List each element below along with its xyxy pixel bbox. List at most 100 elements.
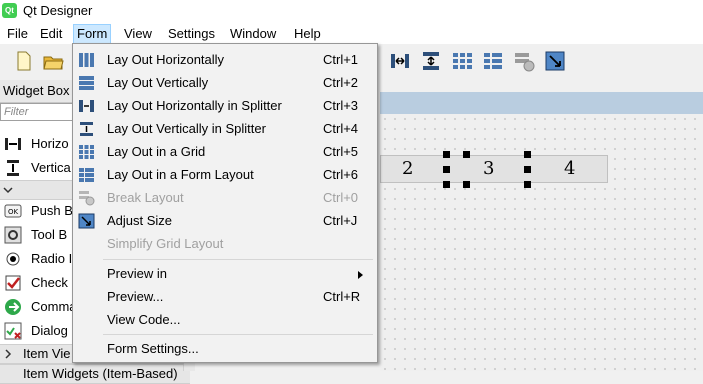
menu-item-shortcut: Ctrl+4 xyxy=(323,121,359,136)
menu-lay-out-vertically[interactable]: Lay Out Vertically Ctrl+2 xyxy=(74,72,376,94)
break-layout-icon xyxy=(79,191,95,206)
menu-preview[interactable]: Preview... Ctrl+R xyxy=(74,286,376,308)
menu-lay-out-horizontally[interactable]: Lay Out Horizontally Ctrl+1 xyxy=(74,49,376,71)
menu-item-label: Lay Out Vertically xyxy=(107,75,209,90)
menu-item-shortcut: Ctrl+J xyxy=(323,213,358,228)
menu-lay-out-vertically-splitter[interactable]: Lay Out Vertically in Splitter Ctrl+4 xyxy=(74,118,376,140)
widget-item-label: Comma xyxy=(31,299,77,314)
menu-item-label: Preview in xyxy=(107,266,167,281)
chevron-right-icon xyxy=(5,349,12,359)
window-title: Qt Designer xyxy=(23,3,93,18)
menu-view[interactable]: View xyxy=(121,25,155,43)
menu-item-shortcut: Ctrl+0 xyxy=(323,190,359,205)
menu-item-label: Lay Out Horizontally xyxy=(107,52,225,67)
menu-item-label: Break Layout xyxy=(107,190,184,205)
menu-preview-in[interactable]: Preview in xyxy=(74,263,376,285)
widget-item-label: Tool B xyxy=(31,227,68,242)
resize-handle[interactable] xyxy=(524,181,531,188)
form-canvas[interactable] xyxy=(380,114,703,371)
menu-adjust-size[interactable]: Adjust Size Ctrl+J xyxy=(74,210,376,232)
layout-vertical-icon[interactable] xyxy=(420,50,442,72)
category-label: Item Vie xyxy=(23,346,71,361)
menu-help[interactable]: Help xyxy=(291,25,324,43)
menu-item-label: Lay Out in a Grid xyxy=(107,144,206,159)
menu-item-label: Lay Out in a Form Layout xyxy=(107,167,254,182)
menu-window[interactable]: Window xyxy=(227,25,279,43)
svg-text:OK: OK xyxy=(8,208,19,216)
form-window-titlebar[interactable] xyxy=(380,92,703,114)
menu-separator xyxy=(103,334,373,335)
menu-item-label: Lay Out Horizontally in Splitter xyxy=(107,98,282,113)
chevron-down-icon xyxy=(3,187,13,194)
widget-category-item-widgets[interactable]: Item Widgets (Item-Based) xyxy=(0,364,190,384)
check-box-icon xyxy=(5,275,21,291)
widget-item-label: Radio I xyxy=(31,251,73,266)
menu-lay-out-horizontally-splitter[interactable]: Lay Out Horizontally in Splitter Ctrl+3 xyxy=(74,95,376,117)
menubar: File Edit Form View Settings Window Help xyxy=(0,22,703,44)
layout-grid-icon xyxy=(79,145,94,159)
push-button-icon: OK xyxy=(4,204,22,218)
layout-label-3[interactable]: 3 xyxy=(483,158,494,179)
resize-handle[interactable] xyxy=(443,151,450,158)
menu-item-shortcut: Ctrl+3 xyxy=(323,98,359,113)
menu-item-label: View Code... xyxy=(107,312,181,327)
adjust-size-icon xyxy=(78,213,95,229)
splitter-horizontal-icon xyxy=(79,100,94,112)
menu-item-label: Adjust Size xyxy=(107,213,173,228)
tool-button-icon xyxy=(4,226,22,244)
menu-form[interactable]: Form xyxy=(73,24,112,44)
widget-item-label: Horizo xyxy=(31,136,69,151)
menu-item-label: Preview... xyxy=(107,289,164,304)
layout-form-icon[interactable] xyxy=(482,50,504,72)
layout-vertical-icon xyxy=(79,76,94,90)
command-link-icon xyxy=(5,299,21,315)
menu-item-label: Lay Out Vertically in Splitter xyxy=(107,121,266,136)
resize-handle[interactable] xyxy=(463,181,470,188)
layout-grid-icon[interactable] xyxy=(451,50,473,72)
layout-label-2[interactable]: 2 xyxy=(402,158,413,179)
layout-vertical-icon xyxy=(7,160,19,176)
new-file-icon[interactable] xyxy=(12,50,34,72)
resize-handle[interactable] xyxy=(524,151,531,158)
menu-item-shortcut: Ctrl+1 xyxy=(323,52,359,67)
menu-lay-out-grid[interactable]: Lay Out in a Grid Ctrl+5 xyxy=(74,141,376,163)
splitter-vertical-icon xyxy=(80,122,93,136)
title-bar xyxy=(0,0,703,22)
widget-item-label: Dialog xyxy=(31,323,68,338)
break-layout-icon[interactable] xyxy=(513,50,535,72)
widget-box-title: Widget Box xyxy=(3,83,70,98)
menu-view-code[interactable]: View Code... xyxy=(74,309,376,331)
open-folder-icon[interactable] xyxy=(42,50,64,72)
menu-item-shortcut: Ctrl+6 xyxy=(323,167,359,182)
submenu-arrow-icon xyxy=(358,271,363,279)
menu-simplify-grid-layout: Simplify Grid Layout xyxy=(74,233,376,255)
layout-form-icon xyxy=(79,168,94,182)
menu-item-shortcut: Ctrl+R xyxy=(323,289,361,304)
menu-edit[interactable]: Edit xyxy=(37,25,65,43)
form-menu-dropdown: Lay Out Horizontally Ctrl+1 Lay Out Vert… xyxy=(72,43,378,363)
radio-button-icon xyxy=(6,252,20,266)
widget-item-label: Vertica xyxy=(31,160,71,175)
menu-item-label: Simplify Grid Layout xyxy=(107,236,224,251)
menu-item-label: Form Settings... xyxy=(107,341,199,356)
qt-logo-icon: Qt xyxy=(2,3,17,18)
widget-item-label: Check xyxy=(31,275,68,290)
adjust-size-icon[interactable] xyxy=(544,50,566,72)
menu-settings[interactable]: Settings xyxy=(165,25,218,43)
category-label: Item Widgets (Item-Based) xyxy=(23,366,178,381)
widget-item-label: Push B xyxy=(31,203,73,218)
menu-file[interactable]: File xyxy=(4,25,31,43)
resize-handle[interactable] xyxy=(463,151,470,158)
resize-handle[interactable] xyxy=(443,166,450,173)
menu-form-settings[interactable]: Form Settings... xyxy=(74,338,376,360)
resize-handle[interactable] xyxy=(443,181,450,188)
dialog-button-box-icon xyxy=(4,322,22,340)
menu-lay-out-form-layout[interactable]: Lay Out in a Form Layout Ctrl+6 xyxy=(74,164,376,186)
menu-item-shortcut: Ctrl+5 xyxy=(323,144,359,159)
layout-horizontal-icon[interactable] xyxy=(389,50,411,72)
resize-handle[interactable] xyxy=(524,166,531,173)
menu-separator xyxy=(103,259,373,260)
layout-label-4[interactable]: 4 xyxy=(564,158,575,179)
menu-item-shortcut: Ctrl+2 xyxy=(323,75,359,90)
layout-horizontal-icon xyxy=(79,53,94,67)
